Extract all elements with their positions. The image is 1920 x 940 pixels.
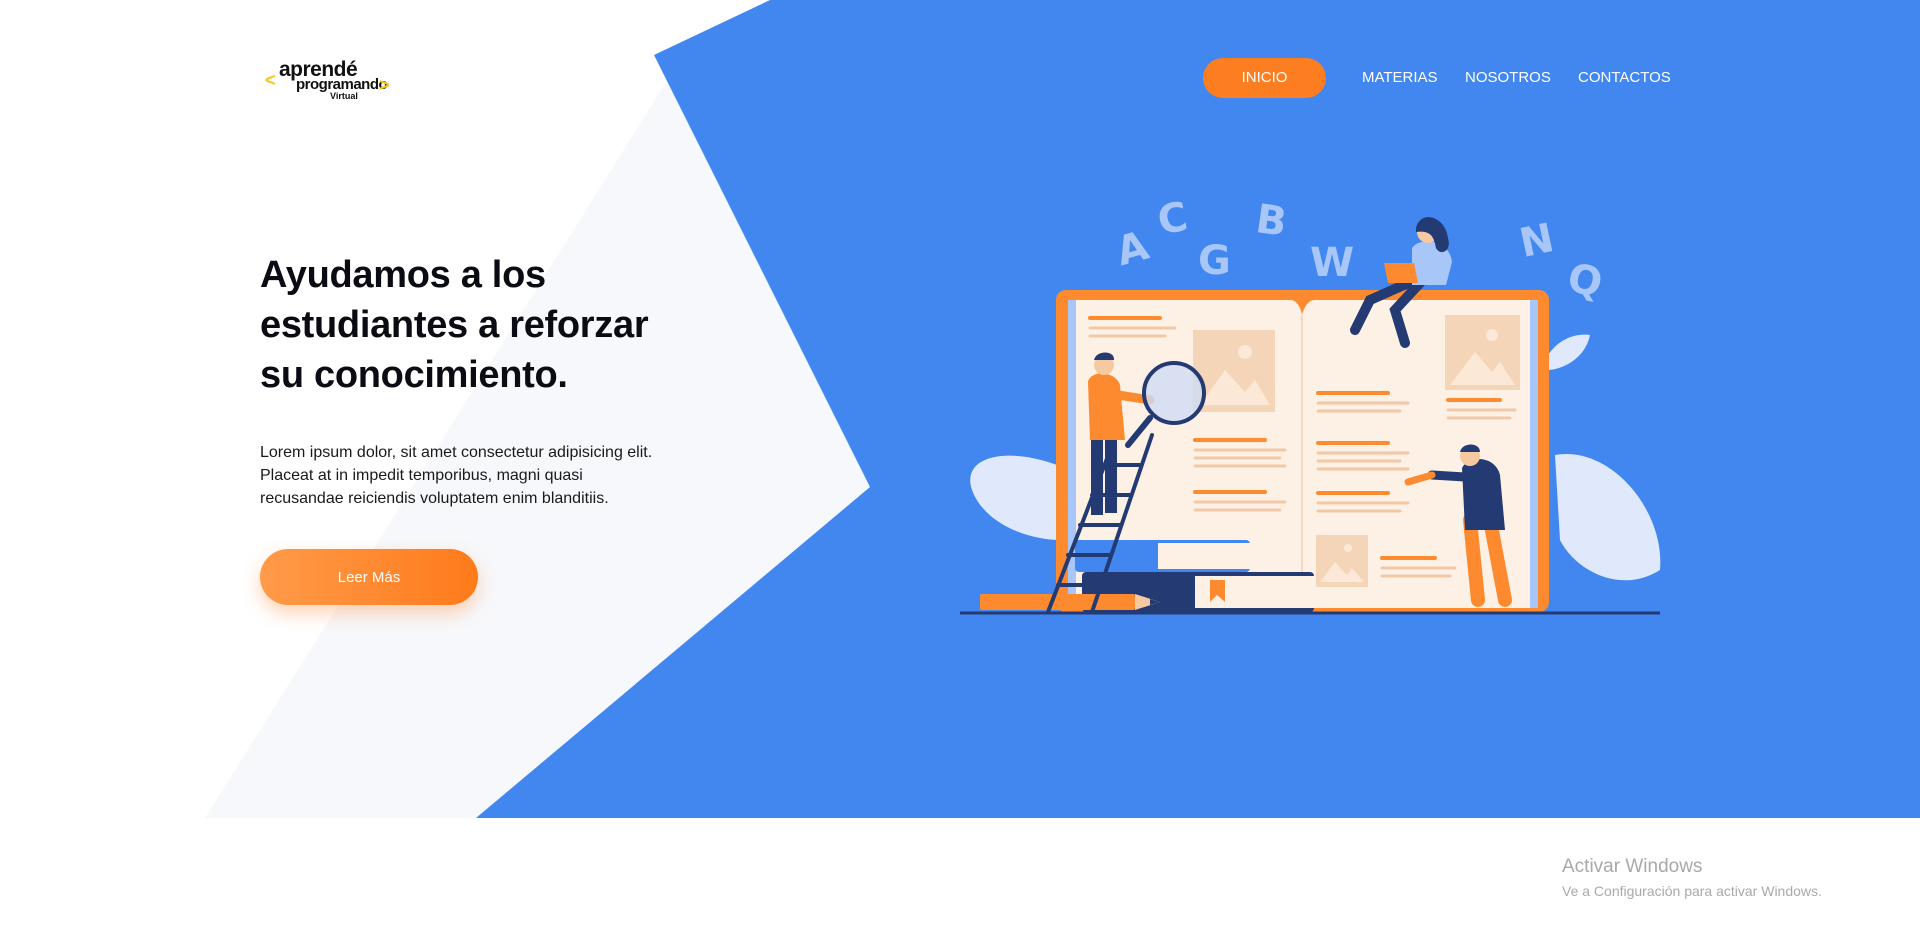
hero-description: Lorem ipsum dolor, sit amet consectetur …: [260, 444, 653, 507]
image-placeholder-icon: [1193, 330, 1275, 412]
main-nav: INICIO MATERIAS NOSOTROS CONTACTOS: [0, 58, 1920, 98]
windows-activation-subtitle: Ve a Configuración para activar Windows.: [1562, 883, 1822, 899]
nav-item-contactos[interactable]: CONTACTOS: [1578, 58, 1671, 98]
nav-item-inicio[interactable]: INICIO: [1203, 58, 1326, 98]
read-more-button[interactable]: Leer Más: [260, 549, 478, 605]
book-right-edge: [1530, 300, 1538, 608]
hero-title: Ayudamos a los estudiantes a reforzar su…: [260, 254, 649, 396]
windows-activation-title: Activar Windows: [1562, 856, 1703, 877]
footer-band: [0, 818, 1920, 940]
pencil-icon: [980, 594, 1135, 610]
image-placeholder-icon: [1316, 535, 1368, 587]
image-placeholder-icon: [1445, 315, 1520, 390]
nav-item-materias[interactable]: MATERIAS: [1362, 58, 1438, 98]
nav-item-nosotros[interactable]: NOSOTROS: [1465, 58, 1551, 98]
